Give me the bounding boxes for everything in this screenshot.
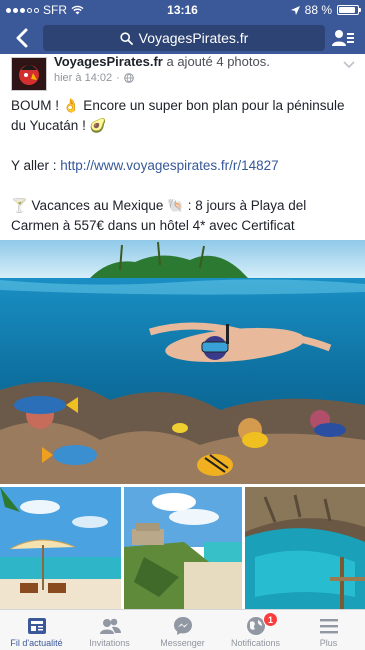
news-feed-icon xyxy=(27,617,46,634)
post-text-intro: BOUM ! 👌 Encore un super bon plan pour l… xyxy=(11,98,345,133)
author-line: VoyagesPirates.fr a ajouté 4 photos. xyxy=(54,54,270,69)
friends-icon xyxy=(99,618,121,634)
notification-badge: 1 xyxy=(263,612,278,627)
post-meta: hier à 14:02 · xyxy=(54,72,134,84)
globe-icon xyxy=(123,73,134,83)
tab-label: Messenger xyxy=(160,638,205,648)
location-arrow-icon xyxy=(290,5,300,15)
search-icon xyxy=(120,31,133,45)
tab-notifications[interactable]: 1 Notifications xyxy=(219,610,292,650)
friends-list-button[interactable] xyxy=(329,24,357,52)
battery-icon xyxy=(337,5,361,15)
tab-label: Invitations xyxy=(89,638,130,648)
post-action: a ajouté 4 photos. xyxy=(162,54,270,69)
tab-bar: Fil d'actualité Invitations Messenger 1 … xyxy=(0,609,365,650)
pirate-logo-icon xyxy=(12,58,46,90)
battery-fill xyxy=(339,7,355,13)
messenger-icon xyxy=(173,616,192,635)
link-label: Y aller : xyxy=(11,158,61,173)
photo-tulum-ruins[interactable] xyxy=(124,487,242,609)
navigation-bar: VoyagesPirates.fr xyxy=(0,22,365,54)
status-bar: SFR 13:16 88 % xyxy=(0,0,365,20)
menu-icon xyxy=(319,618,338,633)
tab-label: Plus xyxy=(319,638,338,648)
search-field[interactable]: VoyagesPirates.fr xyxy=(43,25,325,51)
search-text: VoyagesPirates.fr xyxy=(138,30,249,46)
photo-snorkeler[interactable] xyxy=(0,240,365,484)
back-button[interactable] xyxy=(8,24,36,52)
tab-label: Fil d'actualité xyxy=(10,638,63,648)
tab-more[interactable]: Plus xyxy=(292,610,365,650)
top-bar: SFR 13:16 88 % VoyagesPirates.fr xyxy=(0,0,365,54)
status-right: 88 % xyxy=(290,3,361,17)
post-link[interactable]: http://www.voyagespirates.fr/r/14827 xyxy=(60,158,278,173)
page-avatar[interactable] xyxy=(11,57,47,91)
tab-label: Notifications xyxy=(230,638,281,648)
photo-beach[interactable] xyxy=(0,487,121,609)
battery-percent: 88 % xyxy=(304,3,332,17)
photo-cenote[interactable] xyxy=(245,487,365,609)
post-header: VoyagesPirates.fr a ajouté 4 photos. hie… xyxy=(0,54,365,91)
person-list-icon xyxy=(332,30,354,46)
chevron-down-icon xyxy=(343,61,355,69)
post-text-link-line: Y aller : http://www.voyagespirates.fr/r… xyxy=(11,156,357,176)
post-time[interactable]: hier à 14:02 xyxy=(54,72,112,84)
author-name[interactable]: VoyagesPirates.fr xyxy=(54,54,163,69)
chevron-left-icon xyxy=(16,28,28,48)
tab-messenger[interactable]: Messenger xyxy=(146,610,219,650)
tab-news-feed[interactable]: Fil d'actualité xyxy=(0,610,73,650)
post-options-button[interactable] xyxy=(343,56,355,74)
tab-invitations[interactable]: Invitations xyxy=(73,610,146,650)
